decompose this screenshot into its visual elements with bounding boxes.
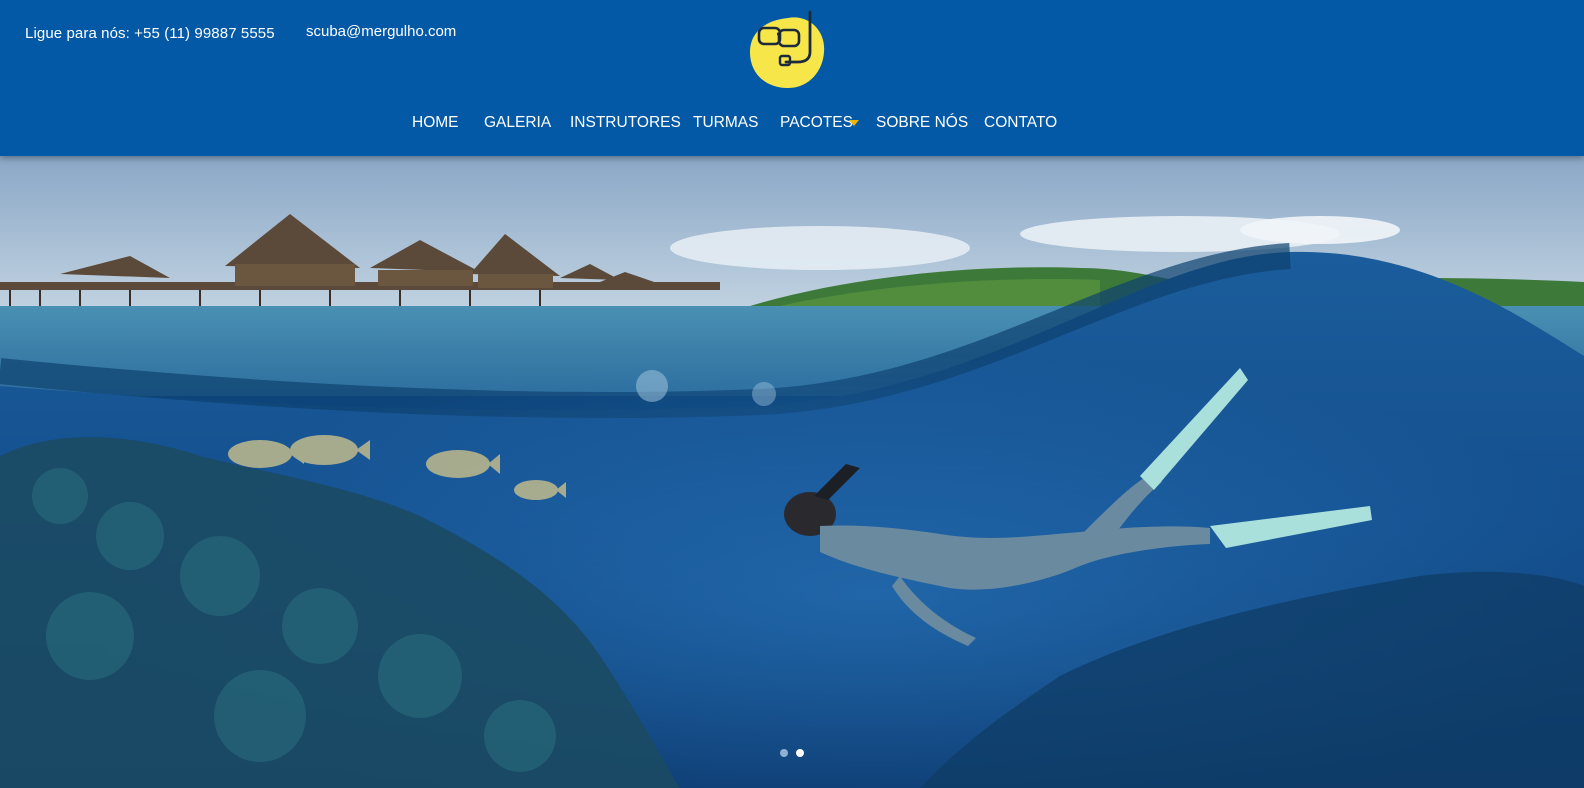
slider-pagination (780, 749, 820, 759)
underwater-snorkeler-image (0, 156, 1584, 788)
nav-item-pacotes[interactable]: PACOTES (780, 114, 853, 132)
snorkel-mask-icon[interactable] (746, 8, 832, 92)
site-header: Ligue para nós: +55 (11) 99887 5555 scub… (0, 0, 1584, 156)
nav-item-home[interactable]: HOME (412, 114, 459, 132)
contact-email[interactable]: scuba@mergulho.com (306, 23, 456, 40)
chevron-down-icon[interactable] (849, 120, 859, 126)
nav-item-galeria[interactable]: GALERIA (484, 114, 551, 132)
nav-item-turmas[interactable]: TURMAS (693, 114, 758, 132)
contact-phone[interactable]: Ligue para nós: +55 (11) 99887 5555 (25, 25, 275, 42)
nav-item-instrutores[interactable]: INSTRUTORES (570, 114, 681, 132)
slider-dot-2[interactable] (796, 749, 804, 757)
main-navigation: HOME GALERIA INSTRUTORES TURMAS PACOTES … (0, 114, 1584, 140)
hero-slider (0, 156, 1584, 788)
nav-item-sobre-nos[interactable]: SOBRE NÓS (876, 114, 968, 132)
slider-dot-1[interactable] (780, 749, 788, 757)
nav-item-contato[interactable]: CONTATO (984, 114, 1057, 132)
